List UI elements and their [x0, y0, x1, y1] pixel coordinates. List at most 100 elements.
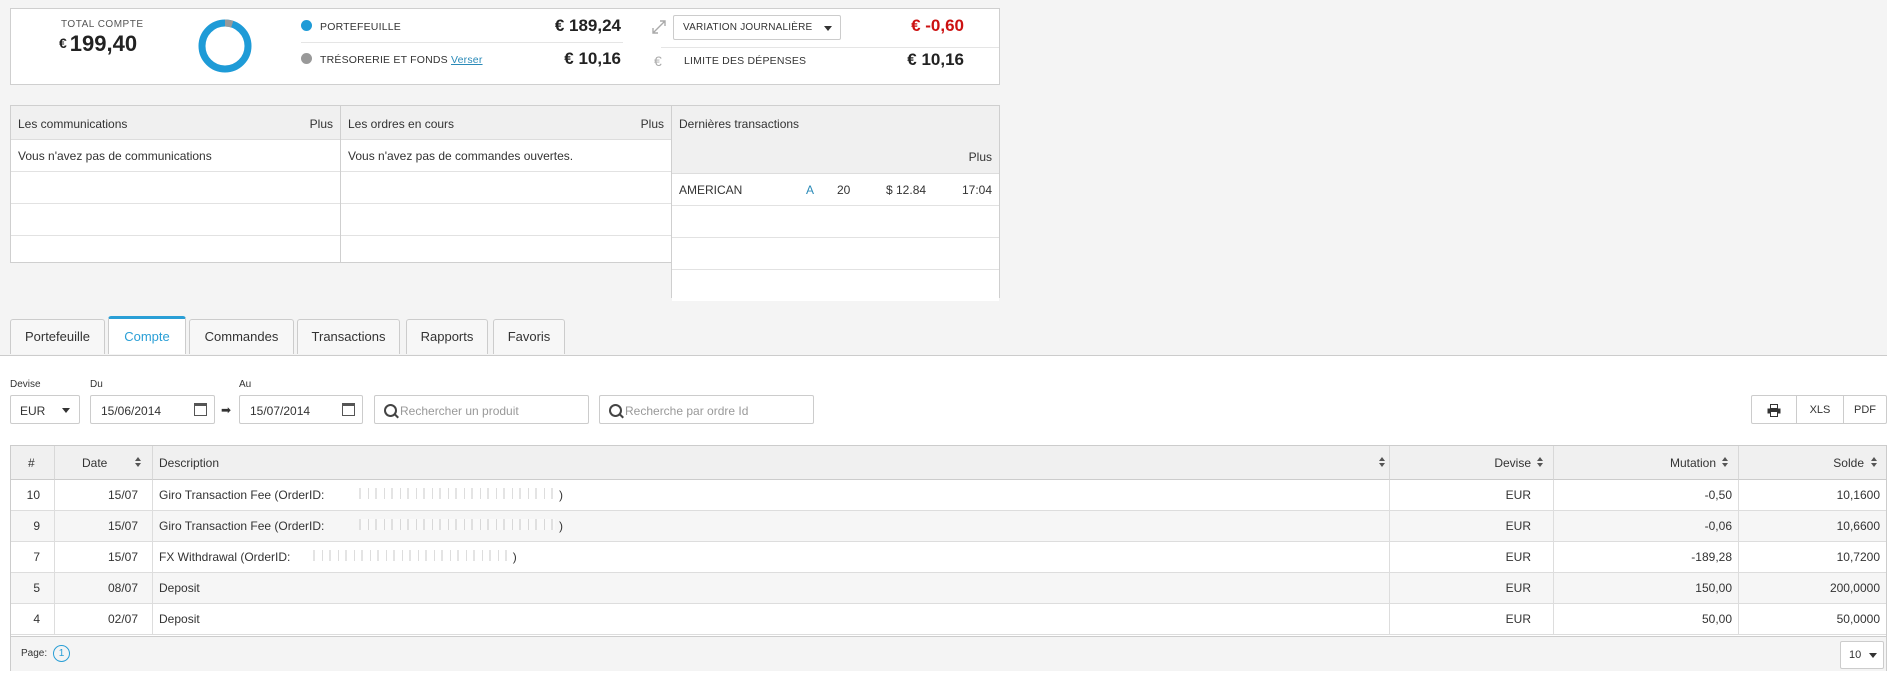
- column-header-description[interactable]: Description: [153, 446, 1390, 480]
- donut-portefeuille-segment: [198, 19, 252, 73]
- column-header-mutation[interactable]: Mutation: [1554, 446, 1739, 480]
- portefeuille-label: PORTEFEUILLE: [320, 21, 401, 33]
- devise-select[interactable]: EUR: [10, 395, 80, 424]
- open-orders-title: Les ordres en cours: [348, 117, 455, 131]
- list-item: Vous n'avez pas de communications: [11, 140, 340, 172]
- euro-icon: €: [654, 53, 662, 69]
- tab-transactions[interactable]: Transactions: [297, 319, 400, 354]
- column-header-number[interactable]: #: [11, 446, 55, 480]
- column-header-date[interactable]: Date: [55, 446, 153, 480]
- table-cell-id: 7: [11, 542, 55, 572]
- transaction-side: A: [806, 183, 815, 197]
- table-cell-desc: Giro Transaction Fee (OrderID:): [153, 480, 1390, 510]
- table-row[interactable]: 5 08/07 Deposit EUR 150,00 200,0000: [11, 573, 1886, 604]
- table-cell-devise: EUR: [1390, 511, 1554, 541]
- table-cell-devise: EUR: [1390, 604, 1554, 634]
- column-header-label: Mutation: [1669, 456, 1716, 470]
- table-row[interactable]: 10 15/07 Giro Transaction Fee (OrderID:) EU…: [11, 480, 1886, 511]
- last-transactions-title: Dernières transactions: [679, 117, 800, 131]
- spending-limit-label: LIMITE DES DÉPENSES: [684, 55, 807, 67]
- table-row[interactable]: 4 02/07 Deposit EUR 50,00 50,0000: [11, 604, 1886, 635]
- export-xls-button[interactable]: XLS: [1796, 395, 1844, 424]
- search-icon: [384, 404, 397, 417]
- table-cell-date: 15/07: [55, 480, 153, 510]
- summary-row-tresorerie: TRÉSORERIE ET FONDS Verser € 10,16: [301, 42, 621, 75]
- tresorerie-dot-icon: [301, 53, 312, 64]
- table-cell-mutation: 50,00: [1554, 604, 1739, 634]
- print-button[interactable]: [1751, 395, 1797, 424]
- open-orders-more-link[interactable]: Plus: [641, 117, 664, 131]
- to-date-input[interactable]: 15/07/2014: [239, 395, 363, 424]
- export-pdf-button[interactable]: PDF: [1843, 395, 1887, 424]
- verser-link[interactable]: Verser: [451, 54, 483, 66]
- communications-more-link[interactable]: Plus: [310, 117, 333, 131]
- column-header-label: Devise: [1494, 456, 1531, 470]
- cell-text: 10,7200: [1836, 550, 1880, 564]
- last-transactions-more-link[interactable]: Plus: [969, 150, 992, 164]
- transaction-row[interactable]: AMERICAN A 20 $ 12.84 17:04: [672, 174, 999, 206]
- calendar-icon[interactable]: [342, 403, 355, 416]
- account-transactions-table: # Date Description Devise Mutation Solde…: [10, 445, 1887, 671]
- table-cell-solde: 10,7200: [1739, 542, 1886, 572]
- table-row[interactable]: 9 15/07 Giro Transaction Fee (OrderID:) EUR…: [11, 511, 1886, 542]
- table-cell-devise: EUR: [1390, 573, 1554, 603]
- from-date-input[interactable]: 15/06/2014: [90, 395, 215, 424]
- table-cell-date: 02/07: [55, 604, 153, 634]
- table-cell-mutation: -189,28: [1554, 542, 1739, 572]
- communications-empty-text: Vous n'avez pas de communications: [18, 149, 212, 163]
- column-header-solde[interactable]: Solde: [1739, 446, 1886, 480]
- search-order-input[interactable]: Recherche par ordre Id: [599, 395, 814, 424]
- to-date-label: Au: [239, 379, 252, 390]
- transaction-quantity: 20: [837, 183, 851, 197]
- tab-commandes[interactable]: Commandes: [189, 319, 294, 354]
- expand-icon[interactable]: [652, 20, 666, 34]
- account-summary-panel: TOTAL COMPTE €199,40 PORTEFEUILLE € 189,…: [10, 8, 1000, 85]
- cell-text-end: ): [559, 488, 563, 502]
- cell-text: -189,28: [1691, 550, 1732, 564]
- table-cell-date: 08/07: [55, 573, 153, 603]
- tab-portefeuille[interactable]: Portefeuille: [10, 319, 105, 354]
- cell-text-end: ): [559, 519, 563, 533]
- cell-text: -0,06: [1704, 519, 1732, 533]
- cell-text: Giro Transaction Fee (OrderID:: [159, 488, 325, 502]
- page-number-button[interactable]: 1: [53, 645, 70, 662]
- table-cell-id: 9: [11, 511, 55, 541]
- cell-text: EUR: [1505, 581, 1531, 595]
- cell-text: 50,0000: [1836, 612, 1880, 626]
- column-header-devise[interactable]: Devise: [1390, 446, 1554, 480]
- redacted-order-id: [359, 519, 555, 530]
- tab-rapports[interactable]: Rapports: [406, 319, 488, 354]
- from-date-label: Du: [90, 379, 103, 390]
- sort-icon: [1871, 457, 1877, 467]
- communications-header: Les communications Plus: [11, 106, 340, 140]
- tresorerie-label: TRÉSORERIE ET FONDS Verser: [320, 54, 483, 66]
- chevron-down-icon: [62, 408, 70, 413]
- tab-compte[interactable]: Compte: [108, 316, 186, 354]
- devise-select-value: EUR: [20, 404, 46, 418]
- table-cell-solde: 200,0000: [1739, 573, 1886, 603]
- table-row[interactable]: 7 15/07 FX Withdrawal (OrderID:) EUR -189,28…: [11, 542, 1886, 573]
- sort-icon: [1537, 457, 1543, 467]
- table-cell-id: 4: [11, 604, 55, 634]
- sort-icon: [135, 457, 141, 467]
- search-order-placeholder: Recherche par ordre Id: [625, 404, 749, 418]
- calendar-icon[interactable]: [194, 403, 207, 416]
- search-product-input[interactable]: Rechercher un produit: [374, 395, 589, 424]
- communications-title: Les communications: [18, 117, 128, 131]
- table-cell-devise: EUR: [1390, 480, 1554, 510]
- table-cell-date: 15/07: [55, 542, 153, 572]
- table-cell-mutation: -0,50: [1554, 480, 1739, 510]
- tab-favoris[interactable]: Favoris: [493, 319, 565, 354]
- table-cell-mutation: -0,06: [1554, 511, 1739, 541]
- column-header-label: Description: [159, 456, 220, 470]
- open-orders-panel: Les ordres en cours Plus Vous n'avez pas…: [340, 105, 672, 263]
- list-item: [341, 172, 671, 204]
- daily-variation-value: € -0,60: [911, 16, 964, 35]
- rows-per-page-select[interactable]: 10: [1840, 641, 1884, 669]
- redacted-order-id: [312, 550, 509, 561]
- variation-select[interactable]: VARIATION JOURNALIÈRE: [673, 15, 841, 40]
- list-item: [672, 238, 999, 270]
- cell-text: 200,0000: [1829, 581, 1880, 595]
- chevron-down-icon: [1869, 653, 1877, 658]
- sort-icon: [1722, 457, 1728, 467]
